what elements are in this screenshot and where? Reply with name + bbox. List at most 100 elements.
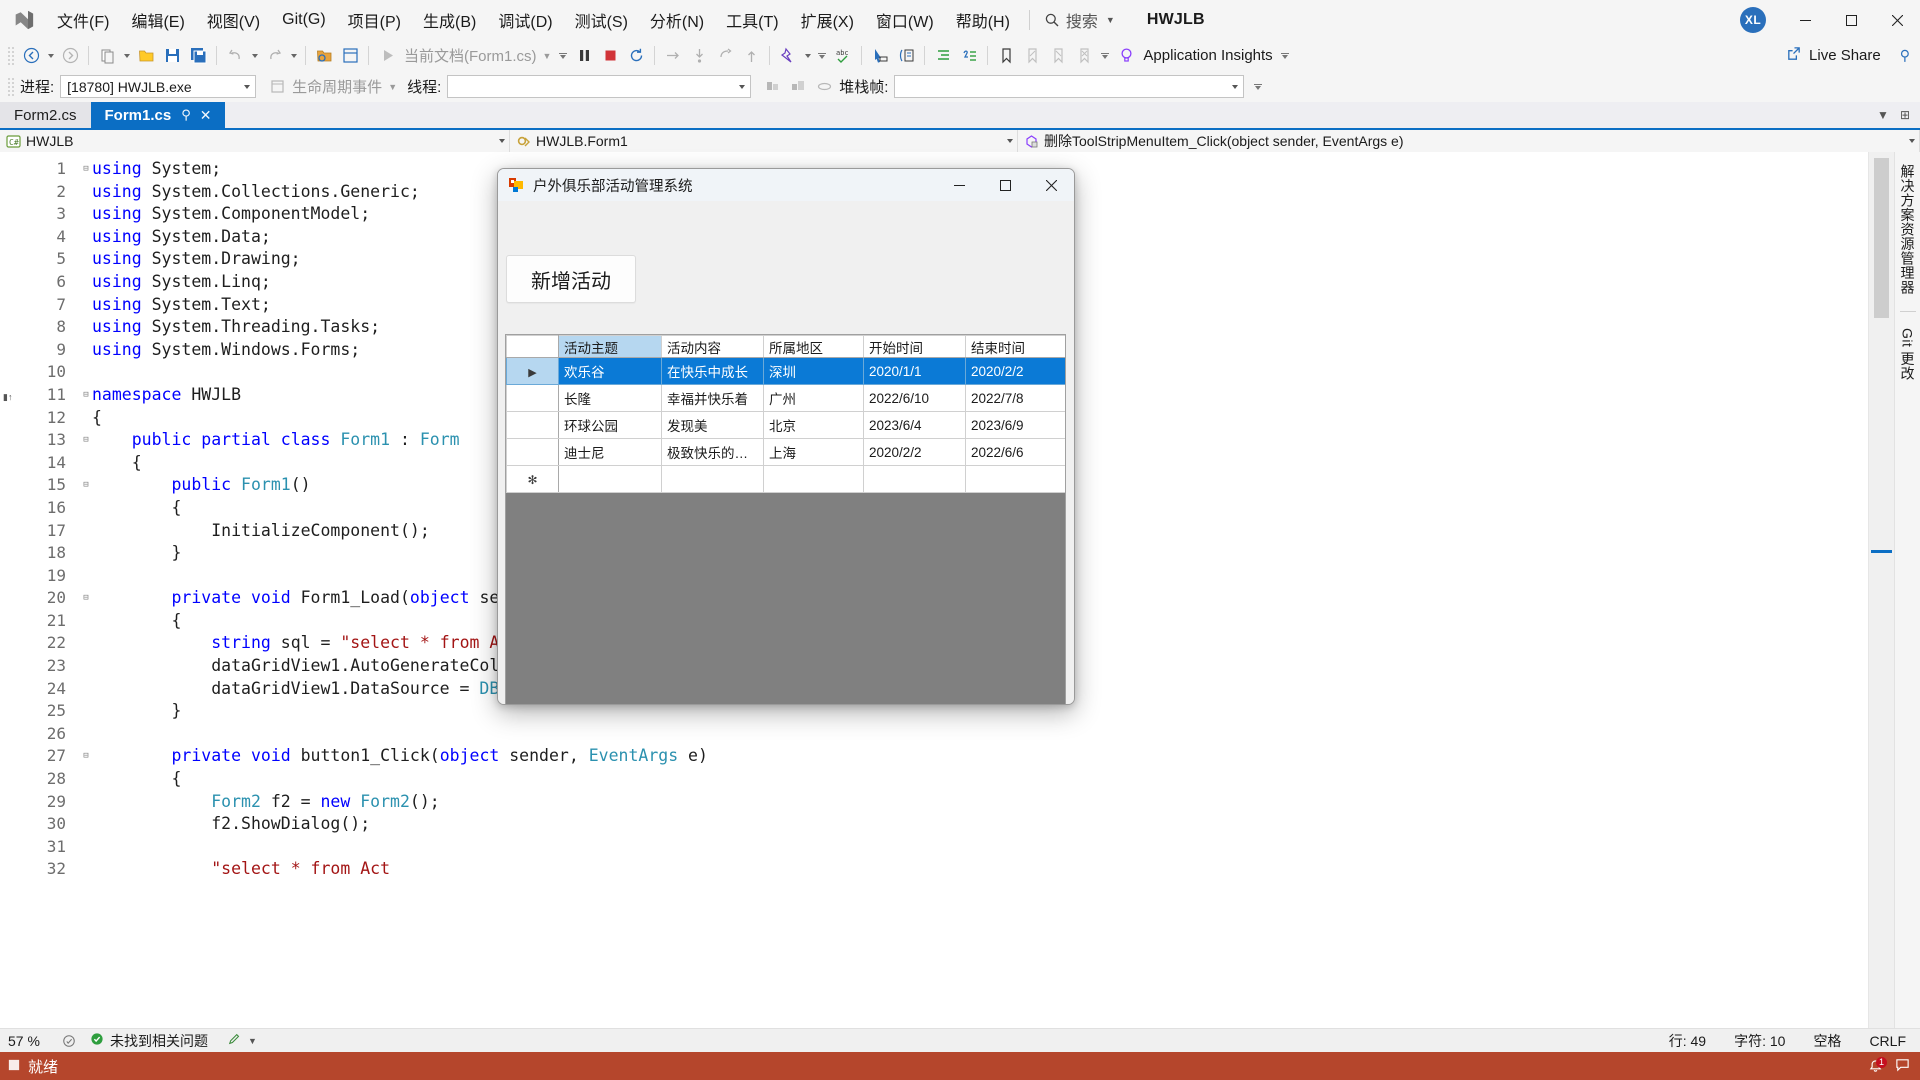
- restart-icon[interactable]: [623, 43, 649, 68]
- navigate-back-icon[interactable]: [18, 43, 44, 68]
- dialog-maximize-button[interactable]: [982, 169, 1028, 201]
- chevron-down-icon[interactable]: [1901, 139, 1915, 143]
- activities-data-grid[interactable]: 活动主题 活动内容 所属地区 开始时间 结束时间 ▶ 欢乐谷 在快乐中成长 深圳 202…: [505, 334, 1066, 704]
- table-cell[interactable]: 在快乐中成长: [661, 357, 764, 385]
- save-all-icon[interactable]: [185, 43, 211, 68]
- table-cell[interactable]: [965, 465, 1065, 493]
- show-threads-icon[interactable]: [785, 74, 811, 99]
- code-line[interactable]: 26: [18, 723, 1868, 746]
- lifecycle-chevron-down-icon[interactable]: ▼: [388, 82, 397, 92]
- navigate-forward-icon[interactable]: [57, 43, 83, 68]
- toolbar-overflow-icon-3[interactable]: [1097, 43, 1113, 68]
- stop-icon[interactable]: [597, 43, 623, 68]
- table-cell[interactable]: 长隆: [558, 384, 662, 412]
- table-cell[interactable]: 2023/6/4: [863, 411, 966, 439]
- menu-file[interactable]: 文件(F): [46, 0, 120, 40]
- live-visual-tree-icon[interactable]: [893, 43, 919, 68]
- menu-test[interactable]: 测试(S): [564, 0, 639, 40]
- toolbar-overflow-icon[interactable]: [555, 43, 571, 68]
- chevron-down-icon[interactable]: [238, 76, 255, 97]
- editor-vertical-scrollbar[interactable]: [1868, 152, 1894, 1028]
- maximize-button[interactable]: [1828, 0, 1874, 40]
- code-line[interactable]: 28 {: [18, 768, 1868, 791]
- row-header-cell[interactable]: [506, 438, 559, 466]
- comment-icon[interactable]: [956, 43, 982, 68]
- code-line[interactable]: 32 "select * from Act: [18, 858, 1868, 881]
- new-project-dropdown[interactable]: [120, 43, 133, 68]
- application-insights-label[interactable]: Application Insights: [1139, 47, 1276, 64]
- debug-toolbar-grip[interactable]: [7, 76, 15, 97]
- toolbar-overflow-icon-2[interactable]: [814, 43, 830, 68]
- inline-actions[interactable]: ▼: [218, 1032, 267, 1049]
- issues-status[interactable]: 未找到相关问题: [80, 1031, 218, 1051]
- redo-dropdown[interactable]: [287, 43, 300, 68]
- code-line[interactable]: 30 f2.ShowDialog();: [18, 813, 1868, 836]
- save-icon[interactable]: [159, 43, 185, 68]
- menu-help[interactable]: 帮助(H): [945, 0, 1021, 40]
- start-debug-icon[interactable]: [374, 43, 400, 68]
- table-cell[interactable]: 迪士尼: [558, 438, 662, 466]
- search-input[interactable]: 搜索 ▼: [1038, 8, 1121, 32]
- table-cell[interactable]: 2022/6/10: [863, 384, 966, 412]
- code-line[interactable]: 27 ⊟ private void button1_Click(object se…: [18, 745, 1868, 768]
- process-combo[interactable]: [18780] HWJLB.exe: [60, 75, 257, 98]
- feedback-icon[interactable]: [1895, 1057, 1910, 1076]
- lifecycle-events-icon[interactable]: [264, 74, 290, 99]
- pause-icon[interactable]: [571, 43, 597, 68]
- fold-toggle-icon[interactable]: ⊟: [80, 594, 92, 603]
- table-cell[interactable]: 欢乐谷: [558, 357, 662, 385]
- menu-edit[interactable]: 编辑(E): [120, 0, 195, 40]
- notifications-button[interactable]: 1: [1868, 1056, 1887, 1074]
- table-cell[interactable]: [558, 465, 662, 493]
- spellcheck-icon[interactable]: abc: [830, 43, 856, 68]
- insights-lightbulb-icon[interactable]: [1113, 43, 1139, 68]
- menu-tools[interactable]: 工具(T): [715, 0, 789, 40]
- debug-toolbar-overflow-icon[interactable]: [1250, 74, 1266, 99]
- row-header-column[interactable]: [506, 335, 559, 358]
- table-cell[interactable]: 环球公园: [558, 411, 662, 439]
- menu-view[interactable]: 视图(V): [196, 0, 271, 40]
- fold-toggle-icon[interactable]: ⊟: [80, 390, 92, 400]
- flag-threads-icon[interactable]: [759, 74, 785, 99]
- close-icon[interactable]: ✕: [200, 107, 212, 124]
- toolbar-grip[interactable]: [7, 45, 15, 66]
- table-cell[interactable]: [763, 465, 864, 493]
- open-file-icon[interactable]: [133, 43, 159, 68]
- find-in-files-icon[interactable]: [311, 43, 337, 68]
- chevron-down-icon[interactable]: [733, 76, 750, 97]
- minimize-button[interactable]: [1782, 0, 1828, 40]
- redo-icon[interactable]: [261, 43, 287, 68]
- undo-dropdown[interactable]: [248, 43, 261, 68]
- frame-icon[interactable]: [811, 74, 837, 99]
- next-bookmark-icon[interactable]: [1045, 43, 1071, 68]
- table-cell[interactable]: [863, 465, 966, 493]
- row-header-cell[interactable]: [506, 411, 559, 439]
- previous-bookmark-icon[interactable]: [1019, 43, 1045, 68]
- avatar[interactable]: XL: [1740, 7, 1766, 33]
- table-cell[interactable]: 广州: [763, 384, 864, 412]
- step-out-icon[interactable]: [712, 43, 738, 68]
- table-cell[interactable]: 上海: [763, 438, 864, 466]
- add-activity-button[interactable]: 新增活动: [506, 255, 636, 303]
- menu-extensions[interactable]: 扩展(X): [790, 0, 865, 40]
- chevron-down-icon[interactable]: [999, 139, 1013, 143]
- row-header-cell[interactable]: ▶: [506, 357, 559, 385]
- tab-list-chevron-down-icon[interactable]: ▼: [1874, 105, 1892, 125]
- solution-explorer-tab[interactable]: 解决方案资源管理器: [1898, 156, 1918, 303]
- table-cell[interactable]: 2022/6/6: [965, 438, 1065, 466]
- fold-toggle-icon[interactable]: ⊟: [80, 481, 92, 490]
- indent-icon[interactable]: [930, 43, 956, 68]
- zoom-level[interactable]: 57 %: [0, 1033, 58, 1049]
- window-layout-icon[interactable]: [337, 43, 363, 68]
- fold-toggle-icon[interactable]: ⊟: [80, 752, 92, 761]
- tab-form1[interactable]: Form1.cs ⚲ ✕: [90, 102, 226, 128]
- winforms-dialog[interactable]: 户外俱乐部活动管理系统 新增活动 活动主题 活动内容 所属地区 开始时间 结束时…: [497, 168, 1075, 705]
- table-row[interactable]: 环球公园 发现美 北京 2023/6/4 2023/6/9: [506, 411, 1065, 439]
- navbar-type-combo[interactable]: HWJLB.Form1: [510, 130, 1018, 152]
- chevron-down-icon[interactable]: ▼: [1106, 15, 1115, 25]
- new-project-icon[interactable]: [94, 43, 120, 68]
- column-header-content[interactable]: 活动内容: [661, 335, 764, 358]
- dialog-close-button[interactable]: [1028, 169, 1074, 201]
- indent-mode[interactable]: 空格: [1799, 1031, 1855, 1051]
- table-cell[interactable]: 发现美: [661, 411, 764, 439]
